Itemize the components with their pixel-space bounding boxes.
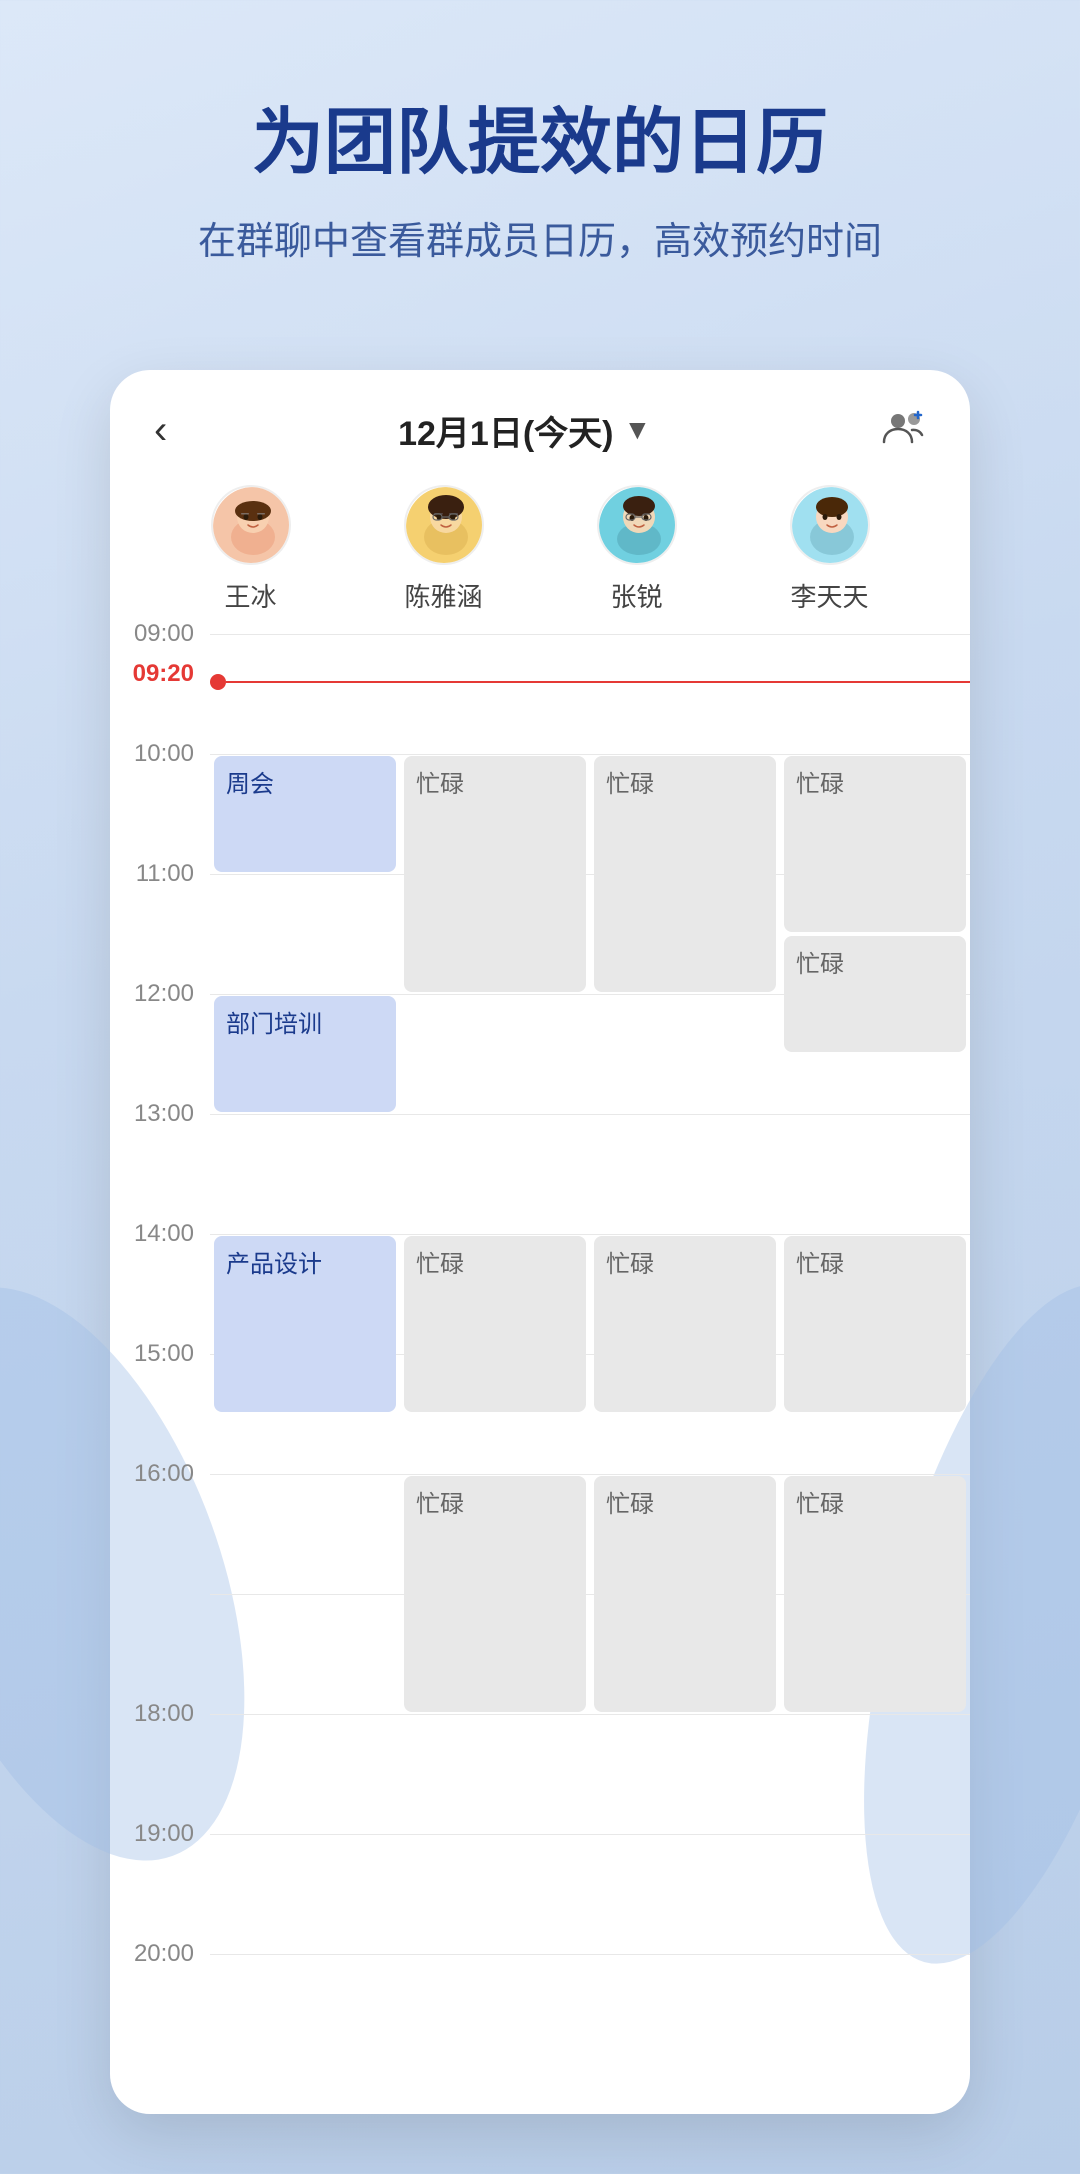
time-label-1800: 18:00 [134, 1700, 194, 1728]
avatar-name-3: 李天天 [790, 577, 868, 614]
event-manlu-3-2: 忙碌 [784, 936, 966, 1052]
time-label-1600: 16:00 [134, 1460, 194, 1488]
time-label-1100: 11:00 [136, 860, 194, 888]
time-label-1000: 10:00 [134, 740, 194, 768]
event-manlu-1-2: 忙碌 [404, 1236, 586, 1412]
avatar-name-1: 陈雅涵 [404, 577, 482, 614]
calendar-grid: 09:00 09:20 10:00 11:00 12:00 13:00 14:0… [110, 634, 970, 2094]
current-time-indicator [210, 674, 970, 690]
time-label-1300: 13:00 [134, 1100, 194, 1128]
time-label-1200: 12:00 [134, 980, 194, 1008]
time-label-1900: 19:00 [134, 1820, 194, 1848]
event-manlu-1-1: 忙碌 [404, 756, 586, 992]
avatar-name-2: 张锐 [610, 577, 662, 614]
avatar-wangbing [211, 485, 291, 565]
card-header: ‹ 12月1日(今天) ▼ [110, 370, 970, 475]
time-label-0920: 09:20 [133, 660, 194, 688]
avatar-col-1[interactable]: 陈雅涵 [347, 485, 540, 614]
current-time-line [226, 681, 970, 683]
time-label-2000: 20:00 [134, 1940, 194, 1968]
events-area: 周会 部门培训 产品设计 忙碌 忙碌 忙碌 [210, 634, 970, 2074]
event-chanpin-sheji[interactable]: 产品设计 [214, 1236, 396, 1412]
person-col-3: 忙碌 忙碌 忙碌 忙碌 [780, 634, 970, 2074]
card-wrapper: ‹ 12月1日(今天) ▼ [0, 330, 1080, 2174]
event-zhouhui[interactable]: 周会 [214, 756, 396, 872]
date-title[interactable]: 12月1日(今天) ▼ [398, 406, 651, 455]
event-manlu-3-3: 忙碌 [784, 1236, 966, 1412]
avatar-chenyahan [404, 485, 484, 565]
sub-title: 在群聊中查看群成员日历，高效预约时间 [60, 216, 1020, 269]
person-col-1: 忙碌 忙碌 忙碌 [400, 634, 590, 2074]
person-columns: 周会 部门培训 产品设计 忙碌 忙碌 忙碌 [210, 634, 970, 2074]
back-button[interactable]: ‹ [154, 408, 167, 453]
person-col-0: 周会 部门培训 产品设计 [210, 634, 400, 2074]
event-manlu-2-1: 忙碌 [594, 756, 776, 992]
time-labels: 09:00 09:20 10:00 11:00 12:00 13:00 14:0… [110, 634, 210, 2074]
header-section: 为团队提效的日历 在群聊中查看群成员日历，高效预约时间 [0, 0, 1080, 330]
person-col-2: 忙碌 忙碌 忙碌 [590, 634, 780, 2074]
avatar-zhangrui [597, 485, 677, 565]
current-time-dot [210, 674, 226, 690]
calendar-card: ‹ 12月1日(今天) ▼ [110, 370, 970, 2114]
event-manlu-1-3: 忙碌 [404, 1476, 586, 1712]
time-label-1400: 14:00 [134, 1220, 194, 1248]
date-dropdown-arrow: ▼ [623, 414, 651, 446]
avatar-litiantian [790, 485, 870, 565]
avatars-row: 王冰 [110, 475, 970, 634]
event-bumen-peixun[interactable]: 部门培训 [214, 996, 396, 1112]
main-title: 为团队提效的日历 [60, 100, 1020, 186]
event-manlu-3-1: 忙碌 [784, 756, 966, 932]
event-manlu-2-3: 忙碌 [594, 1476, 776, 1712]
event-manlu-2-2: 忙碌 [594, 1236, 776, 1412]
time-label-1500: 15:00 [134, 1340, 194, 1368]
date-label: 12月1日(今天) [398, 406, 613, 455]
avatar-name-0: 王冰 [224, 577, 276, 614]
avatar-col-2[interactable]: 张锐 [540, 485, 733, 614]
avatar-col-3[interactable]: 李天天 [733, 485, 926, 614]
group-members-icon[interactable] [882, 408, 926, 453]
time-label-0900: 09:00 [134, 620, 194, 648]
event-manlu-3-4: 忙碌 [784, 1476, 966, 1712]
avatar-col-0[interactable]: 王冰 [154, 485, 347, 614]
